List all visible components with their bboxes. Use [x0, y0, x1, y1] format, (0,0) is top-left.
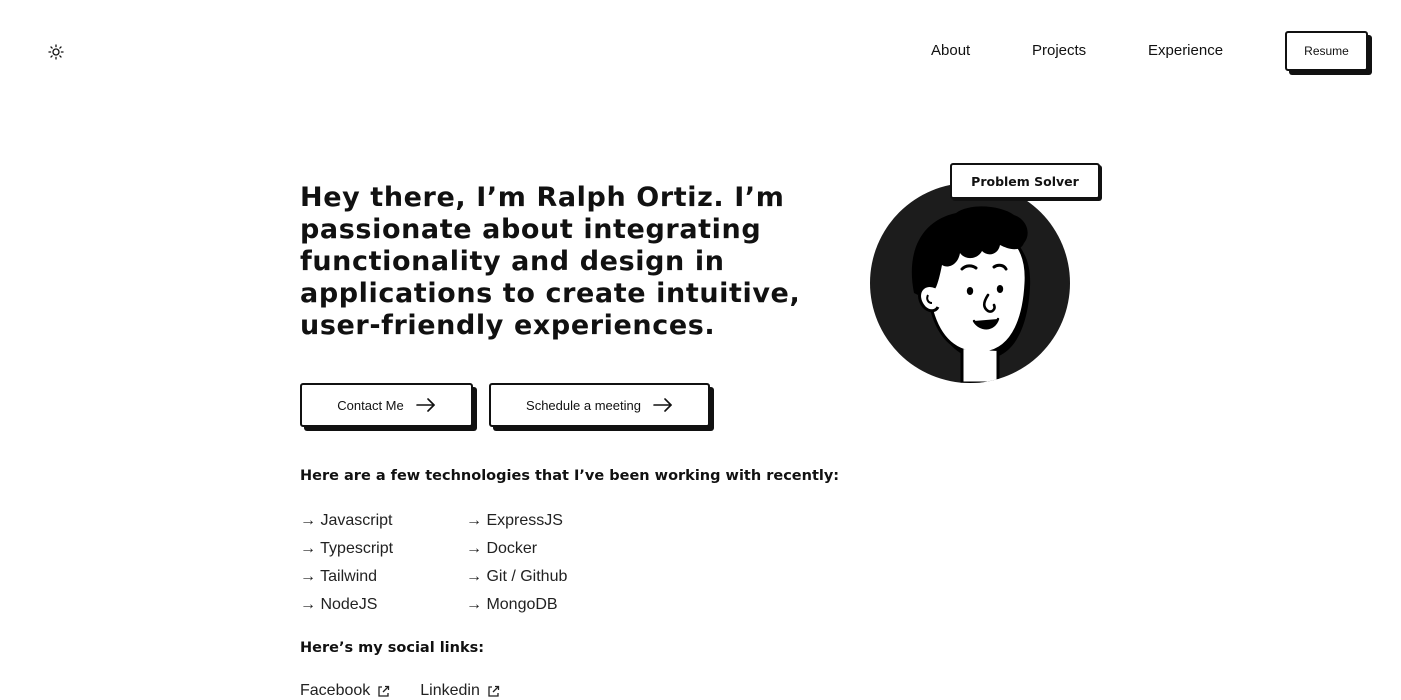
theme-toggle-button[interactable] [46, 42, 66, 62]
nav-about[interactable]: About [931, 42, 970, 59]
tech-item: → ExpressJS [466, 512, 563, 529]
problem-solver-badge: Problem Solver [950, 163, 1100, 199]
hero-headline: Hey there, I’m Ralph Ortiz. I’m passiona… [300, 182, 801, 341]
contact-me-button[interactable]: Contact Me [300, 383, 473, 427]
tech-item: → Typescript [300, 540, 394, 557]
tech-item: → MongoDB [466, 596, 558, 613]
linkedin-label: Linkedin [420, 682, 480, 699]
sun-icon [48, 44, 64, 60]
technologies-list-1: → Javascript → Typescript → Tailwind → N… [300, 510, 393, 622]
technologies-heading: Here are a few technologies that I’ve be… [300, 468, 840, 484]
social-links: Facebook Linkedin [300, 682, 500, 700]
cartoon-avatar-icon [870, 183, 1070, 383]
tech-item: → NodeJS [300, 596, 378, 613]
external-link-icon [378, 685, 390, 697]
facebook-link[interactable]: Facebook [300, 682, 390, 700]
schedule-meeting-button[interactable]: Schedule a meeting [489, 383, 710, 427]
avatar [870, 183, 1070, 383]
nav-projects[interactable]: Projects [1032, 42, 1086, 59]
technologies-list-2: → ExpressJS → Docker → Git / Github → Mo… [466, 510, 567, 622]
nav-experience[interactable]: Experience [1148, 42, 1223, 59]
external-link-icon [488, 685, 500, 697]
tech-item: → Git / Github [466, 568, 568, 585]
schedule-meeting-label: Schedule a meeting [526, 397, 641, 413]
facebook-label: Facebook [300, 682, 371, 699]
arrow-right-icon [653, 398, 672, 412]
arrow-right-icon [415, 398, 435, 412]
tech-item: → Docker [466, 540, 538, 557]
contact-me-label: Contact Me [337, 397, 404, 413]
tech-item: → Javascript [300, 512, 393, 529]
social-heading: Here’s my social links: [300, 640, 485, 656]
tech-item: → Tailwind [300, 568, 378, 585]
resume-button[interactable]: Resume [1285, 31, 1368, 71]
linkedin-link[interactable]: Linkedin [420, 682, 500, 700]
